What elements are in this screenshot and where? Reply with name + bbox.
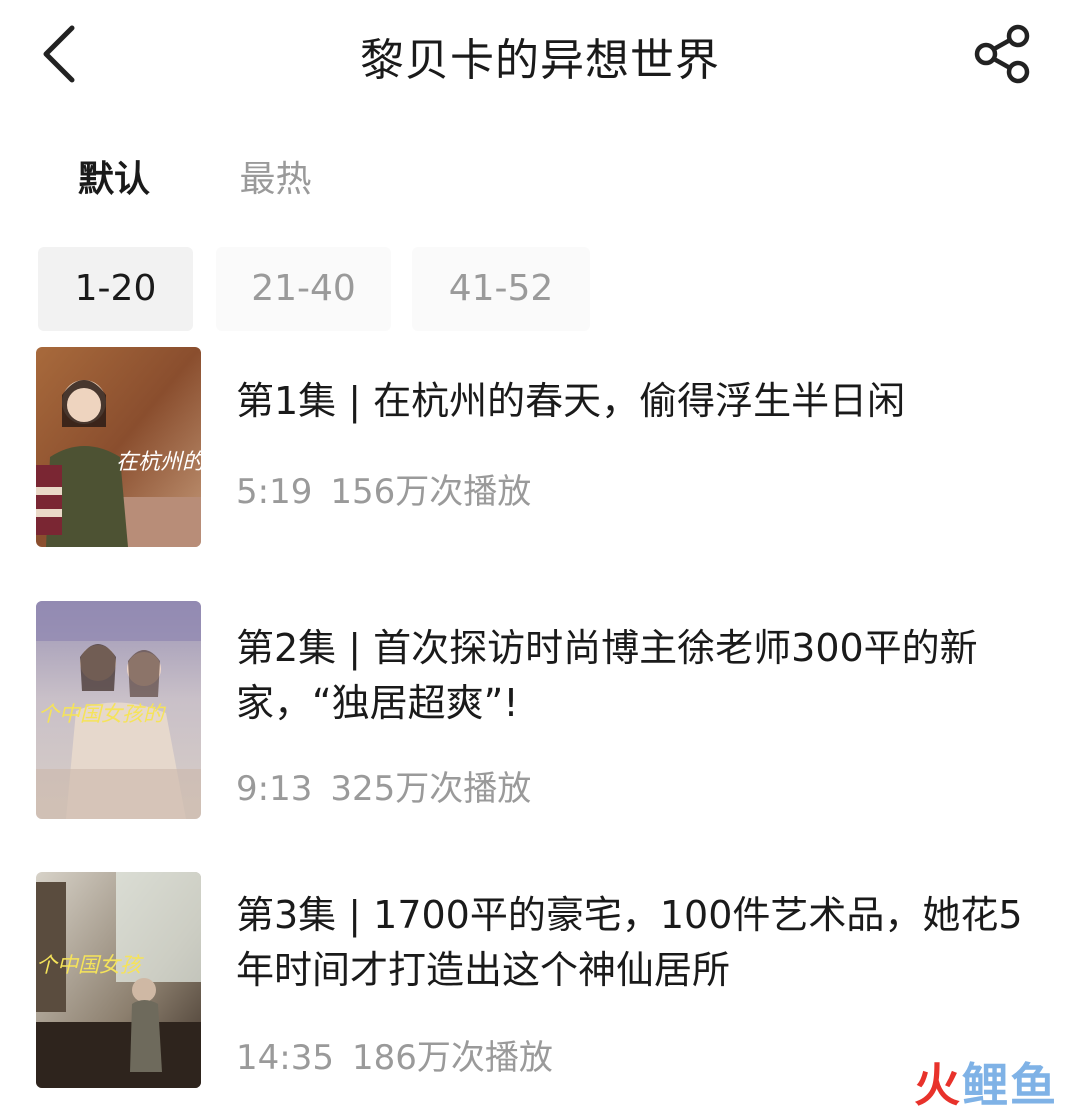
tab-hottest[interactable]: 最热: [239, 150, 311, 202]
episode-duration: 5:19: [236, 472, 313, 512]
episode-duration: 14:35: [236, 1038, 334, 1078]
episode-thumbnail[interactable]: 个中国女孩: [36, 872, 201, 1088]
top-bar: 黎贝卡的异想世界: [0, 0, 1080, 110]
episode-item[interactable]: 在杭州的 第1集 | 在杭州的春天，偷得浮生半日闲 5:19 156万次播放: [0, 347, 1080, 549]
episode-play-count: 325万次播放: [330, 769, 532, 809]
episode-meta: 9:13 325万次播放: [236, 761, 531, 810]
range-21-40[interactable]: 21-40: [216, 247, 391, 331]
episode-title: 第3集 | 1700平的豪宅，100件艺术品，她花5年时间才打造出这个神仙居所: [236, 893, 1023, 992]
episode-title: 第1集 | 在杭州的春天，偷得浮生半日闲: [236, 379, 906, 423]
episode-play-count: 156万次播放: [330, 472, 532, 512]
watermark-logo: 火鲤鱼: [914, 1058, 1058, 1112]
episode-thumbnail[interactable]: 个中国女孩的: [36, 601, 201, 819]
episode-play-count: 186万次播放: [351, 1038, 553, 1078]
range-1-20[interactable]: 1-20: [38, 247, 193, 331]
episode-duration: 9:13: [236, 769, 313, 809]
share-icon: [974, 24, 1030, 84]
episode-title: 第2集 | 首次探访时尚博主徐老师300平的新家，“独居超爽”!: [236, 626, 978, 725]
episode-meta: 5:19 156万次播放: [236, 464, 531, 513]
episode-thumbnail[interactable]: 在杭州的: [36, 347, 201, 547]
range-41-52[interactable]: 41-52: [412, 247, 590, 331]
thumbnail-caption: 在杭州的: [116, 450, 201, 475]
share-button[interactable]: [972, 24, 1036, 84]
thumbnail-caption: 个中国女孩的: [38, 702, 167, 726]
tab-default[interactable]: 默认: [78, 150, 150, 202]
episode-item[interactable]: 个中国女孩的 第2集 | 首次探访时尚博主徐老师300平的新家，“独居超爽”! …: [0, 601, 1080, 819]
page-title: 黎贝卡的异想世界: [360, 35, 720, 86]
sort-tabs: 默认 最热: [78, 150, 389, 202]
thumbnail-caption: 个中国女孩: [36, 953, 144, 977]
episode-meta: 14:35 186万次播放: [236, 1030, 553, 1079]
